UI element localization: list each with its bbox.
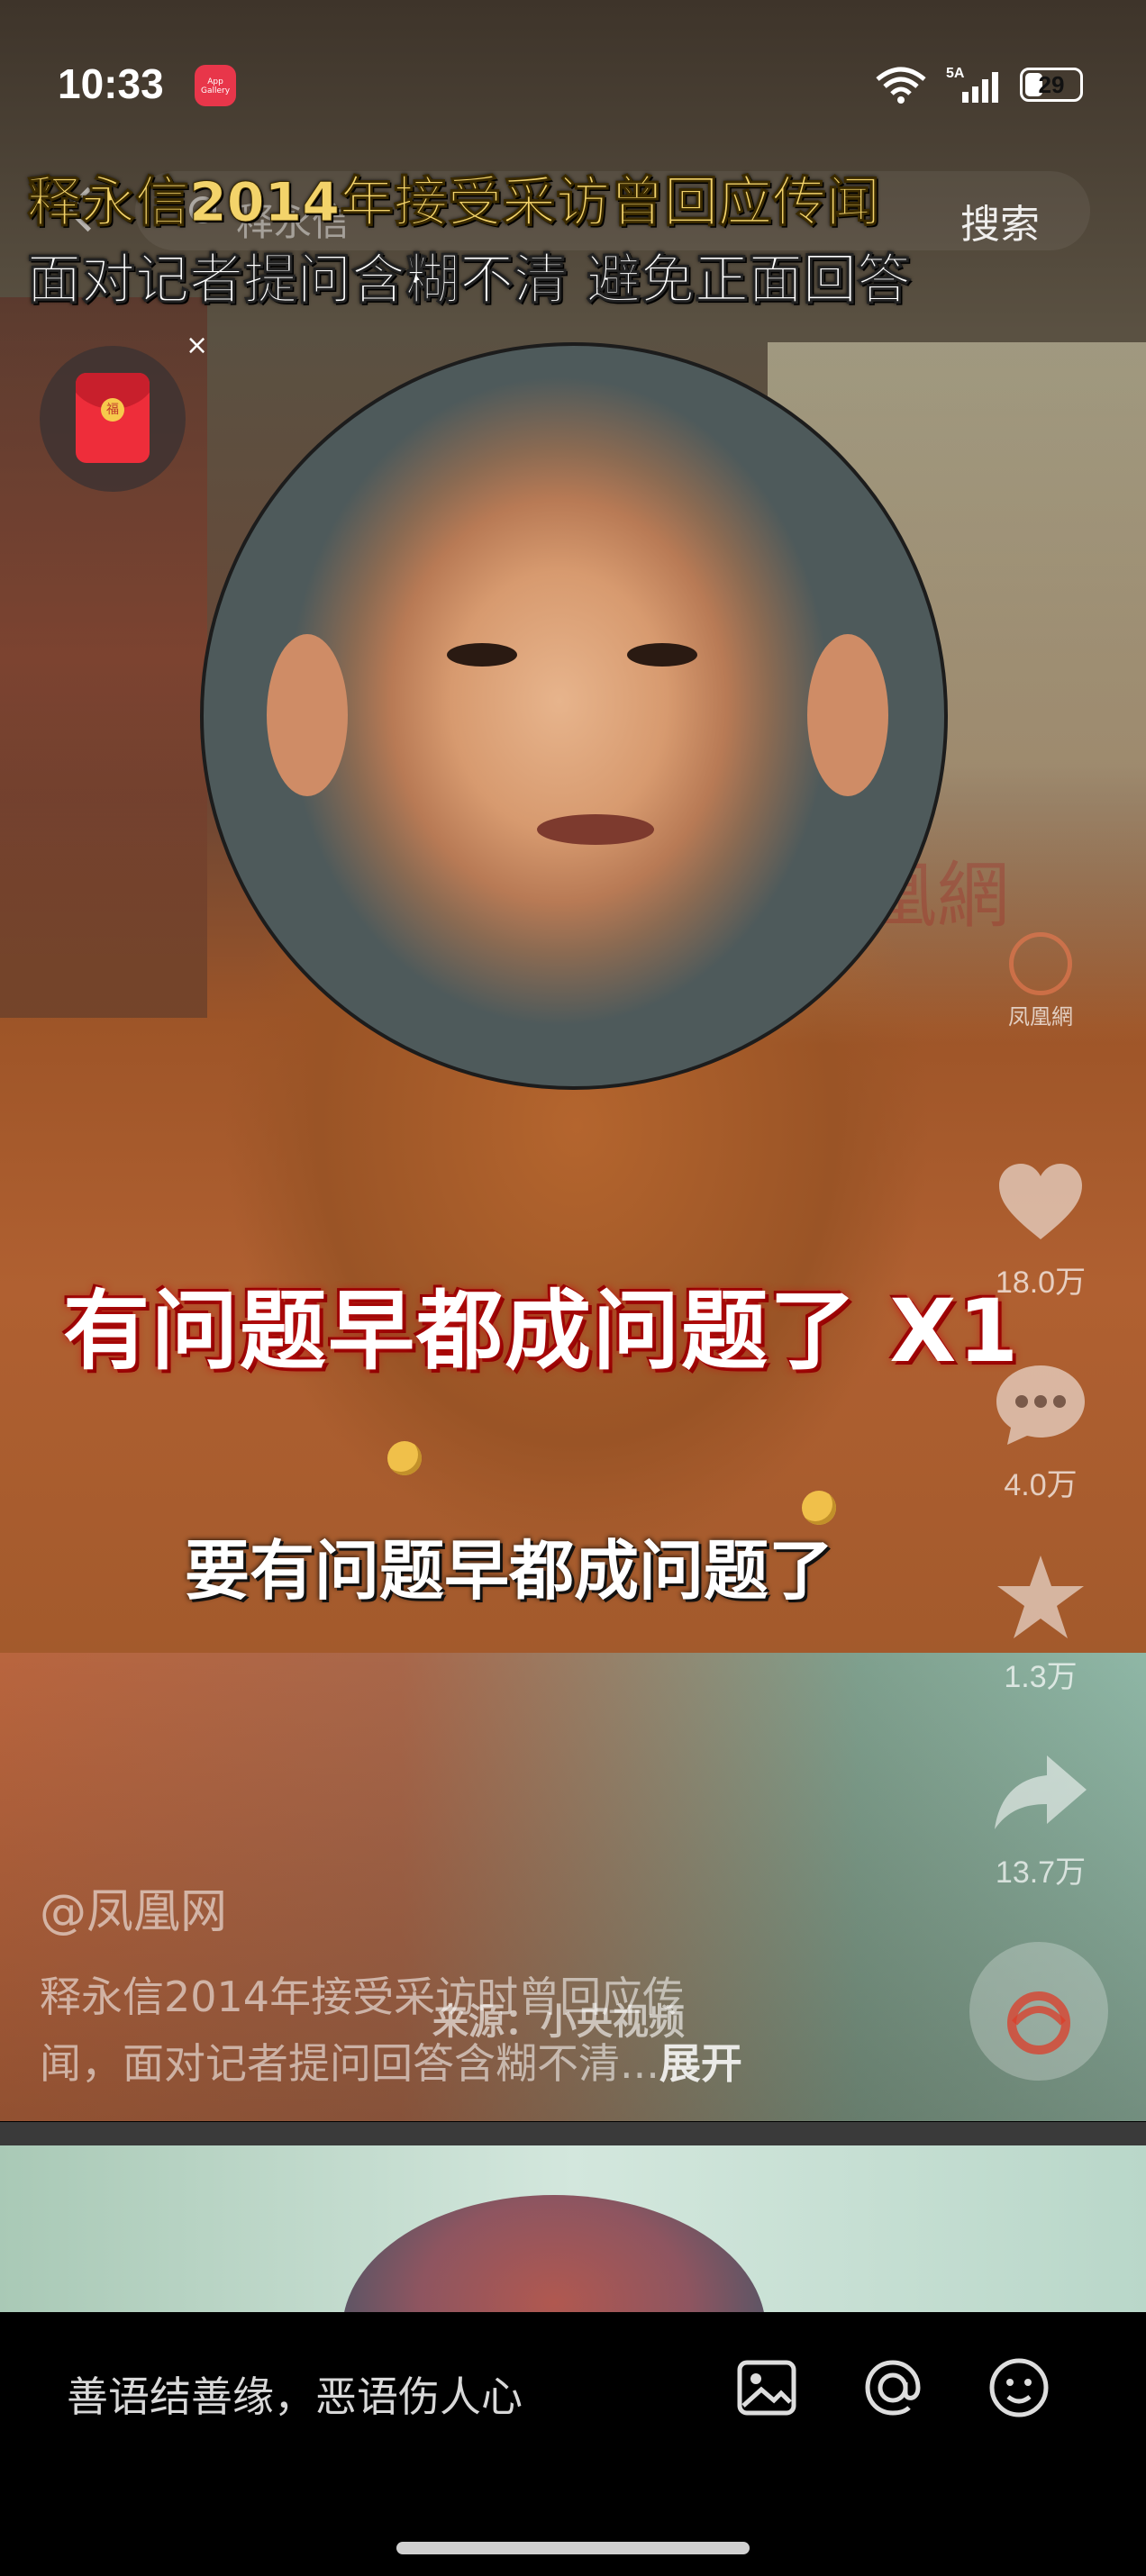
- app-gallery-icon: App Gallery: [195, 65, 236, 106]
- watermark-text: 凤凰網: [1008, 1004, 1073, 1029]
- emoji-icon[interactable]: [987, 2355, 1051, 2420]
- ifeng-logo-icon: [1009, 932, 1072, 995]
- like-count: 18.0万: [995, 1265, 1087, 1300]
- description-line-2: 闻，面对记者提问回答含糊不清...: [40, 2039, 659, 2088]
- comment-input[interactable]: 善语结善缘，恶语伤人心: [67, 2364, 523, 2424]
- necklace-bead: [387, 1441, 422, 1475]
- face-eye: [447, 643, 517, 667]
- caption-big: 有问题早都成问题了 X1: [63, 1281, 1021, 1382]
- share-button[interactable]: 13.7万: [978, 1743, 1104, 1891]
- status-time: 10:33: [58, 60, 164, 107]
- video-source: 来源：小央视频: [432, 2001, 685, 2043]
- comment-count: 4.0万: [1004, 1468, 1078, 1502]
- star-icon: [997, 1556, 1084, 1638]
- like-button[interactable]: 18.0万: [978, 1153, 1104, 1302]
- ifeng-watermark: 凤凰網: [969, 932, 1113, 1040]
- headline-line-2: 面对记者提问含糊不清 避免正面回答: [27, 249, 912, 313]
- red-envelope-icon: 福: [76, 373, 150, 463]
- face-circle-image: [200, 342, 948, 1090]
- coin-icon: 福: [101, 398, 124, 422]
- headline-line-1: 释永信2014年接受采访曾回应传闻: [27, 171, 881, 235]
- favorite-count: 1.3万: [1004, 1660, 1078, 1694]
- favorite-button[interactable]: 1.3万: [978, 1547, 1104, 1696]
- mention-icon[interactable]: [860, 2355, 925, 2420]
- face-ear: [807, 634, 888, 796]
- comment-button[interactable]: 4.0万: [978, 1356, 1104, 1504]
- face-eye: [627, 643, 697, 667]
- battery-icon: 29: [1020, 68, 1083, 102]
- phoenix-logo-icon: [1007, 1991, 1070, 2054]
- next-video-preview[interactable]: [0, 2145, 1146, 2312]
- ifeng-brand-badge[interactable]: [969, 1942, 1108, 2081]
- card-divider: [0, 2122, 1146, 2145]
- battery-level: 29: [1038, 71, 1065, 98]
- cellular-signal-icon: 5A: [946, 66, 998, 103]
- face-ear: [267, 634, 348, 796]
- red-packet-close-button[interactable]: ×: [186, 330, 208, 361]
- share-arrow-icon: [995, 1755, 1087, 1829]
- caption-small: 要有问题早都成问题了: [185, 1533, 834, 1609]
- status-bar: 10:33 App Gallery 5A 29: [0, 0, 1146, 117]
- image-icon[interactable]: [734, 2355, 799, 2420]
- author-name[interactable]: @凤凰网: [40, 1873, 227, 1941]
- home-indicator[interactable]: [396, 2542, 750, 2554]
- share-count: 13.7万: [995, 1855, 1087, 1890]
- svg-text:5A: 5A: [946, 66, 965, 81]
- face-mouth: [537, 814, 654, 845]
- expand-button[interactable]: 展开: [659, 2039, 742, 2088]
- red-packet-button[interactable]: 福: [40, 346, 186, 492]
- heart-icon: [999, 1164, 1082, 1239]
- comment-bubble-icon: [996, 1365, 1085, 1445]
- next-video-thumbnail: [342, 2195, 766, 2312]
- wifi-icon: [876, 67, 926, 104]
- status-indicators: 5A 29: [872, 63, 1083, 106]
